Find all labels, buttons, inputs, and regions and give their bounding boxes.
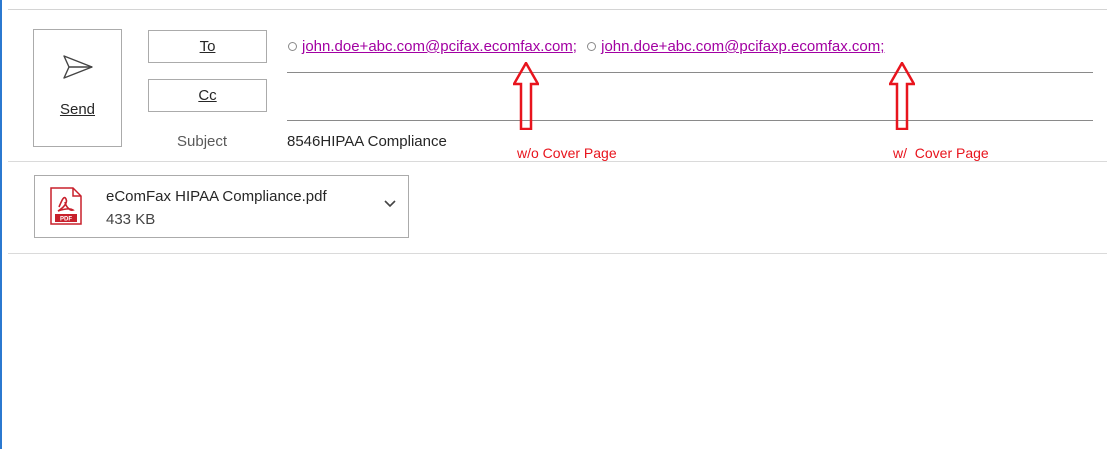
subject-input[interactable]: 8546HIPAA Compliance — [287, 133, 447, 150]
to-field[interactable]: john.doe+abc.com@pcifax.ecomfax.com; joh… — [288, 38, 890, 55]
recipient-chip[interactable]: john.doe+abc.com@pcifax.ecomfax.com; — [288, 38, 583, 55]
attachment-card[interactable]: PDF eComFax HIPAA Compliance.pdf 433 KB — [34, 175, 409, 238]
attachment-name: eComFax HIPAA Compliance.pdf — [106, 188, 327, 205]
recipient-separator: ; — [572, 38, 577, 55]
presence-status-icon — [288, 42, 297, 51]
pdf-icon: PDF — [50, 187, 82, 225]
send-button[interactable]: Send — [33, 29, 122, 147]
cc-button[interactable]: Cc — [148, 79, 267, 112]
to-field-underline — [287, 72, 1093, 73]
annotation-label: w/o Cover Page — [517, 145, 617, 161]
recipient-address[interactable]: john.doe+abc.com@pcifax.ecomfax.com — [302, 38, 573, 55]
attachment-size: 433 KB — [106, 211, 156, 228]
annotation-up-arrow-icon — [513, 62, 539, 130]
subject-label: Subject — [177, 133, 228, 150]
to-button[interactable]: To — [148, 30, 267, 63]
send-label: Send — [59, 101, 96, 118]
annotation-label: w/ Cover Page — [893, 145, 989, 161]
recipient-chip[interactable]: john.doe+abc.com@pcifaxp.ecomfax.com; — [587, 38, 890, 55]
window-left-edge — [0, 0, 2, 449]
recipient-address[interactable]: john.doe+abc.com@pcifaxp.ecomfax.com — [601, 38, 880, 55]
pdf-icon-text: PDF — [60, 217, 72, 223]
cc-field[interactable] — [287, 120, 1093, 121]
cc-label: Cc — [198, 87, 217, 104]
header-divider — [8, 161, 1107, 162]
presence-status-icon — [587, 42, 597, 51]
to-label: To — [199, 38, 216, 55]
chevron-down-icon[interactable] — [383, 199, 397, 209]
top-border — [8, 9, 1107, 10]
attachment-divider — [8, 253, 1107, 254]
send-icon — [63, 55, 93, 79]
recipient-separator: ; — [880, 38, 885, 55]
annotation-up-arrow-icon — [889, 62, 915, 130]
